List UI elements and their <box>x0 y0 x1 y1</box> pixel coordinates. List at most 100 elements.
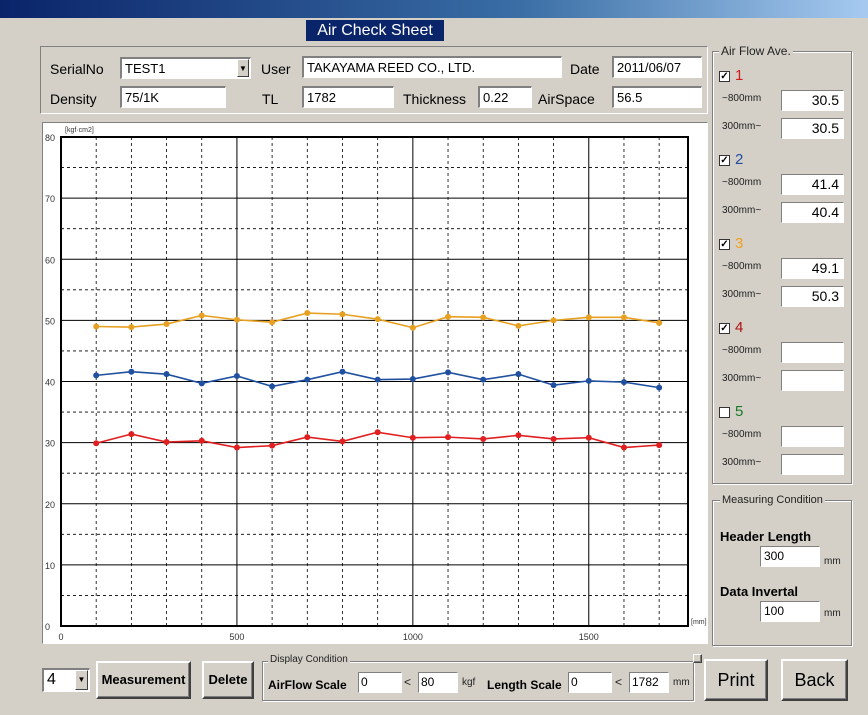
y-tick-label: 80 <box>45 133 55 143</box>
series-3-checkbox[interactable]: ✓ <box>719 239 730 250</box>
series-4-checkbox[interactable]: ✓ <box>719 323 730 334</box>
series-2-point <box>374 376 381 383</box>
series-5-far-value <box>781 454 844 475</box>
series-1-point <box>550 317 557 324</box>
print-button[interactable]: Print <box>704 659 768 701</box>
series-1-point <box>445 313 452 320</box>
series-1-point <box>374 316 381 323</box>
series-3-point <box>409 434 416 441</box>
series-2-point <box>480 376 487 383</box>
y-tick-label: 60 <box>45 255 55 265</box>
series-1-point <box>515 322 522 329</box>
serial-combo[interactable]: TEST1 <box>120 57 251 79</box>
x-tick-label: 1500 <box>579 632 599 642</box>
data-interval-unit: mm <box>824 608 841 619</box>
count-dropdown-button[interactable]: ▼ <box>75 670 88 690</box>
series-5-near-label: ~800mm <box>722 429 762 440</box>
series-2-checkbox[interactable]: ✓ <box>719 155 730 166</box>
series-2-far-value: 40.4 <box>781 202 844 223</box>
series-3-point <box>445 434 452 441</box>
tl-field[interactable]: 1782 <box>302 86 394 108</box>
series-1-point <box>585 314 592 321</box>
series-1-point <box>304 310 311 317</box>
series-1-point <box>339 311 346 318</box>
series-2-point <box>409 376 416 383</box>
series-1-point <box>163 321 170 328</box>
y-tick-label: 20 <box>45 500 55 510</box>
date-field[interactable]: 2011/06/07 <box>612 56 702 78</box>
series-4-far-value <box>781 370 844 391</box>
series-1-far-value: 30.5 <box>781 118 844 139</box>
density-field[interactable]: 75/1K <box>120 86 226 108</box>
series-3-point <box>269 442 276 449</box>
series-4-near-label: ~800mm <box>722 345 762 356</box>
length-scale-separator: < <box>615 675 623 689</box>
series-4-near-value <box>781 342 844 363</box>
series-2-point <box>93 372 100 379</box>
serial-label: SerialNo <box>50 61 104 77</box>
series-3-point <box>128 431 135 438</box>
series-2-point <box>163 371 170 378</box>
series-2-point <box>620 379 627 386</box>
length-scale-max[interactable]: 1782 <box>629 672 669 693</box>
y-axis-label: [kgf·cm2] <box>65 127 94 134</box>
series-1-point <box>480 314 487 321</box>
user-label: User <box>261 61 291 77</box>
header-length-unit: mm <box>824 556 841 567</box>
thickness-field[interactable]: 0.22 <box>478 86 532 108</box>
y-tick-label: 0 <box>45 622 50 632</box>
length-scale-label: Length Scale <box>487 678 562 692</box>
series-3-point <box>515 432 522 439</box>
x-tick-label: 0 <box>58 632 63 642</box>
data-interval-field[interactable]: 100 <box>760 601 820 622</box>
series-1-point <box>620 314 627 321</box>
series-3-point <box>93 440 100 447</box>
measuring-condition-title: Measuring Condition <box>720 494 825 506</box>
airflow-scale-min[interactable]: 0 <box>358 672 402 693</box>
series-2-number: 2 <box>735 151 744 168</box>
title-bar <box>0 0 868 18</box>
header-length-label: Header Length <box>720 529 812 544</box>
airspace-field[interactable]: 56.5 <box>612 86 702 108</box>
series-1-point <box>128 324 135 331</box>
series-3-point <box>163 439 170 446</box>
measurement-button[interactable]: Measurement <box>96 661 191 699</box>
series-5-checkbox[interactable] <box>719 407 730 418</box>
display-toggle-button[interactable] <box>693 654 702 663</box>
airflow-scale-separator: < <box>404 675 412 689</box>
chart-area: 0 10 20 30 40 50 60 70 80 0 500 1000 1500 [kgf·cm2] [m… <box>42 122 708 644</box>
series-2-point <box>233 372 240 379</box>
series-3-point <box>374 429 381 436</box>
airflow-scale-unit: kgf <box>462 677 476 688</box>
series-2-point <box>656 384 663 391</box>
series-2-point <box>269 383 276 390</box>
series-3-far-label: 300mm~ <box>722 289 762 300</box>
length-scale-unit: mm <box>673 677 690 688</box>
series-4-far-label: 300mm~ <box>722 373 762 384</box>
series-3-point <box>339 438 346 445</box>
length-scale-min[interactable]: 0 <box>568 672 612 693</box>
airflow-scale-max[interactable]: 80 <box>418 672 458 693</box>
series-1-point <box>409 324 416 331</box>
series-1-checkbox[interactable]: ✓ <box>719 71 730 82</box>
delete-button[interactable]: Delete <box>202 661 254 699</box>
back-button[interactable]: Back <box>781 659 848 701</box>
series-4-number: 4 <box>735 319 744 336</box>
thickness-label: Thickness <box>403 91 467 107</box>
y-tick-label: 70 <box>45 194 55 204</box>
user-field[interactable]: TAKAYAMA REED CO., LTD. <box>302 56 562 78</box>
series-3-number: 3 <box>735 235 744 252</box>
series-3-point <box>480 435 487 442</box>
header-length-field[interactable]: 300 <box>760 546 820 567</box>
serial-dropdown-button[interactable]: ▼ <box>237 59 249 77</box>
display-condition-title: Display Condition <box>268 654 350 666</box>
airspace-label: AirSpace <box>538 91 595 107</box>
series-2-near-value: 41.4 <box>781 174 844 195</box>
serial-value: TEST1 <box>125 61 166 76</box>
series-2-point <box>128 368 135 375</box>
y-tick-label: 40 <box>45 378 55 388</box>
airflow-scale-label: AirFlow Scale <box>268 678 347 692</box>
series-1-near-label: ~800mm <box>722 93 762 104</box>
series-3-point <box>656 442 663 449</box>
measuring-condition-group <box>712 500 852 646</box>
